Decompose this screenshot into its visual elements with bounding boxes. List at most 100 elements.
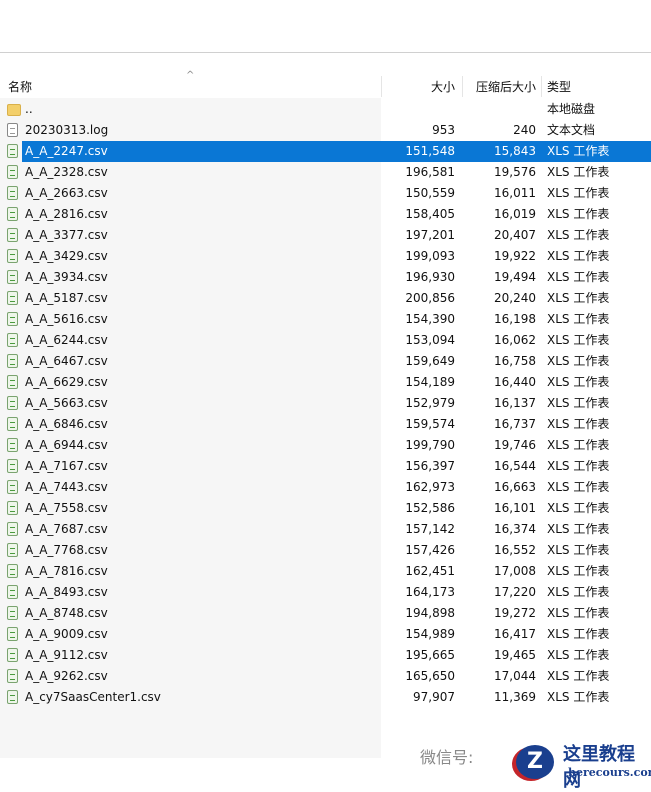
file-name: A_A_7816.csv bbox=[25, 564, 108, 578]
file-size: 97,907 bbox=[413, 690, 455, 704]
spreadsheet-file-icon bbox=[7, 543, 18, 557]
file-size: 159,649 bbox=[405, 354, 455, 368]
compressed-size: 19,465 bbox=[494, 648, 536, 662]
file-row[interactable]: A_A_5616.csv 154,390 16,198 XLS 工作表 bbox=[0, 309, 651, 330]
file-type: XLS 工作表 bbox=[547, 165, 610, 179]
compressed-size: 16,544 bbox=[494, 459, 536, 473]
file-row[interactable]: A_A_6244.csv 153,094 16,062 XLS 工作表 bbox=[0, 330, 651, 351]
header-type[interactable]: 类型 bbox=[547, 78, 571, 95]
file-row[interactable]: A_A_6629.csv 154,189 16,440 XLS 工作表 bbox=[0, 372, 651, 393]
file-size: 159,574 bbox=[405, 417, 455, 431]
file-row[interactable]: A_A_8493.csv 164,173 17,220 XLS 工作表 bbox=[0, 582, 651, 603]
spreadsheet-file-icon bbox=[7, 207, 18, 221]
file-type: XLS 工作表 bbox=[547, 249, 610, 263]
file-rows: .. 本地磁盘 20230313.log 953 240 文本文档 A_A_22… bbox=[0, 99, 651, 708]
compressed-size: 16,062 bbox=[494, 333, 536, 347]
file-size: 153,094 bbox=[405, 333, 455, 347]
file-row[interactable]: A_cy7SaasCenter1.csv 97,907 11,369 XLS 工… bbox=[0, 687, 651, 708]
file-row[interactable]: A_A_6467.csv 159,649 16,758 XLS 工作表 bbox=[0, 351, 651, 372]
compressed-size: 240 bbox=[513, 123, 536, 137]
compressed-size: 16,663 bbox=[494, 480, 536, 494]
file-row[interactable]: A_A_7816.csv 162,451 17,008 XLS 工作表 bbox=[0, 561, 651, 582]
file-size: 152,979 bbox=[405, 396, 455, 410]
compressed-size: 16,440 bbox=[494, 375, 536, 389]
file-name: A_A_5187.csv bbox=[25, 291, 108, 305]
spreadsheet-file-icon bbox=[7, 522, 18, 536]
file-size: 164,173 bbox=[405, 585, 455, 599]
file-row[interactable]: A_A_7167.csv 156,397 16,544 XLS 工作表 bbox=[0, 456, 651, 477]
file-row[interactable]: 20230313.log 953 240 文本文档 bbox=[0, 120, 651, 141]
file-type: XLS 工作表 bbox=[547, 291, 610, 305]
file-name: A_A_5663.csv bbox=[25, 396, 108, 410]
file-row[interactable]: A_A_2663.csv 150,559 16,011 XLS 工作表 bbox=[0, 183, 651, 204]
column-divider[interactable] bbox=[381, 76, 382, 97]
file-type: XLS 工作表 bbox=[547, 522, 610, 536]
column-header: 名称 ^ 大小 压缩后大小 类型 bbox=[0, 70, 651, 97]
file-type: XLS 工作表 bbox=[547, 186, 610, 200]
file-name: A_A_6629.csv bbox=[25, 375, 108, 389]
file-name: A_A_3934.csv bbox=[25, 270, 108, 284]
column-divider[interactable] bbox=[462, 76, 463, 97]
file-row[interactable]: A_A_7768.csv 157,426 16,552 XLS 工作表 bbox=[0, 540, 651, 561]
file-type: 文本文档 bbox=[547, 123, 596, 137]
file-row[interactable]: A_A_2247.csv 151,548 15,843 XLS 工作表 bbox=[0, 141, 651, 162]
header-name[interactable]: 名称 bbox=[8, 78, 32, 95]
file-type: XLS 工作表 bbox=[547, 690, 610, 704]
file-row[interactable]: A_A_3429.csv 199,093 19,922 XLS 工作表 bbox=[0, 246, 651, 267]
file-row[interactable]: A_A_9112.csv 195,665 19,465 XLS 工作表 bbox=[0, 645, 651, 666]
spreadsheet-file-icon bbox=[7, 690, 18, 704]
file-row[interactable]: A_A_7443.csv 162,973 16,663 XLS 工作表 bbox=[0, 477, 651, 498]
file-row[interactable]: A_A_5187.csv 200,856 20,240 XLS 工作表 bbox=[0, 288, 651, 309]
compressed-size: 15,843 bbox=[494, 144, 536, 158]
file-row[interactable]: A_A_8748.csv 194,898 19,272 XLS 工作表 bbox=[0, 603, 651, 624]
file-row[interactable]: A_A_6846.csv 159,574 16,737 XLS 工作表 bbox=[0, 414, 651, 435]
file-name: .. bbox=[25, 102, 33, 116]
spreadsheet-file-icon bbox=[7, 354, 18, 368]
file-size: 158,405 bbox=[405, 207, 455, 221]
brand-logo: Z bbox=[516, 745, 554, 779]
file-row[interactable]: A_A_3934.csv 196,930 19,494 XLS 工作表 bbox=[0, 267, 651, 288]
file-name: A_A_3429.csv bbox=[25, 249, 108, 263]
compressed-size: 16,011 bbox=[494, 186, 536, 200]
spreadsheet-file-icon bbox=[7, 606, 18, 620]
file-name: A_A_7558.csv bbox=[25, 501, 108, 515]
column-divider[interactable] bbox=[541, 76, 542, 97]
file-type: XLS 工作表 bbox=[547, 228, 610, 242]
spreadsheet-file-icon bbox=[7, 459, 18, 473]
file-size: 162,451 bbox=[405, 564, 455, 578]
spreadsheet-file-icon bbox=[7, 564, 18, 578]
file-row[interactable]: A_A_7558.csv 152,586 16,101 XLS 工作表 bbox=[0, 498, 651, 519]
spreadsheet-file-icon bbox=[7, 480, 18, 494]
file-size: 197,201 bbox=[405, 228, 455, 242]
file-size: 165,650 bbox=[405, 669, 455, 683]
text-file-icon bbox=[7, 123, 18, 137]
file-row[interactable]: A_A_6944.csv 199,790 19,746 XLS 工作表 bbox=[0, 435, 651, 456]
compressed-size: 17,044 bbox=[494, 669, 536, 683]
spreadsheet-file-icon bbox=[7, 417, 18, 431]
file-name: A_A_2247.csv bbox=[25, 144, 108, 158]
file-size: 157,426 bbox=[405, 543, 455, 557]
file-type: XLS 工作表 bbox=[547, 648, 610, 662]
file-name: A_A_7443.csv bbox=[25, 480, 108, 494]
file-row[interactable]: A_A_2816.csv 158,405 16,019 XLS 工作表 bbox=[0, 204, 651, 225]
spreadsheet-file-icon bbox=[7, 249, 18, 263]
compressed-size: 19,922 bbox=[494, 249, 536, 263]
header-size[interactable]: 大小 bbox=[431, 78, 455, 95]
compressed-size: 16,758 bbox=[494, 354, 536, 368]
file-row[interactable]: A_A_2328.csv 196,581 19,576 XLS 工作表 bbox=[0, 162, 651, 183]
file-row[interactable]: A_A_9262.csv 165,650 17,044 XLS 工作表 bbox=[0, 666, 651, 687]
compressed-size: 19,576 bbox=[494, 165, 536, 179]
file-row[interactable]: A_A_3377.csv 197,201 20,407 XLS 工作表 bbox=[0, 225, 651, 246]
file-size: 152,586 bbox=[405, 501, 455, 515]
folder-icon bbox=[7, 104, 21, 116]
file-row[interactable]: .. 本地磁盘 bbox=[0, 99, 651, 120]
file-row[interactable]: A_A_7687.csv 157,142 16,374 XLS 工作表 bbox=[0, 519, 651, 540]
wechat-label: 微信号: bbox=[420, 748, 474, 767]
compressed-size: 19,746 bbox=[494, 438, 536, 452]
file-row[interactable]: A_A_5663.csv 152,979 16,137 XLS 工作表 bbox=[0, 393, 651, 414]
file-row[interactable]: A_A_9009.csv 154,989 16,417 XLS 工作表 bbox=[0, 624, 651, 645]
header-compressed-size[interactable]: 压缩后大小 bbox=[476, 78, 536, 95]
compressed-size: 16,101 bbox=[494, 501, 536, 515]
file-name: A_A_3377.csv bbox=[25, 228, 108, 242]
file-type: XLS 工作表 bbox=[547, 312, 610, 326]
